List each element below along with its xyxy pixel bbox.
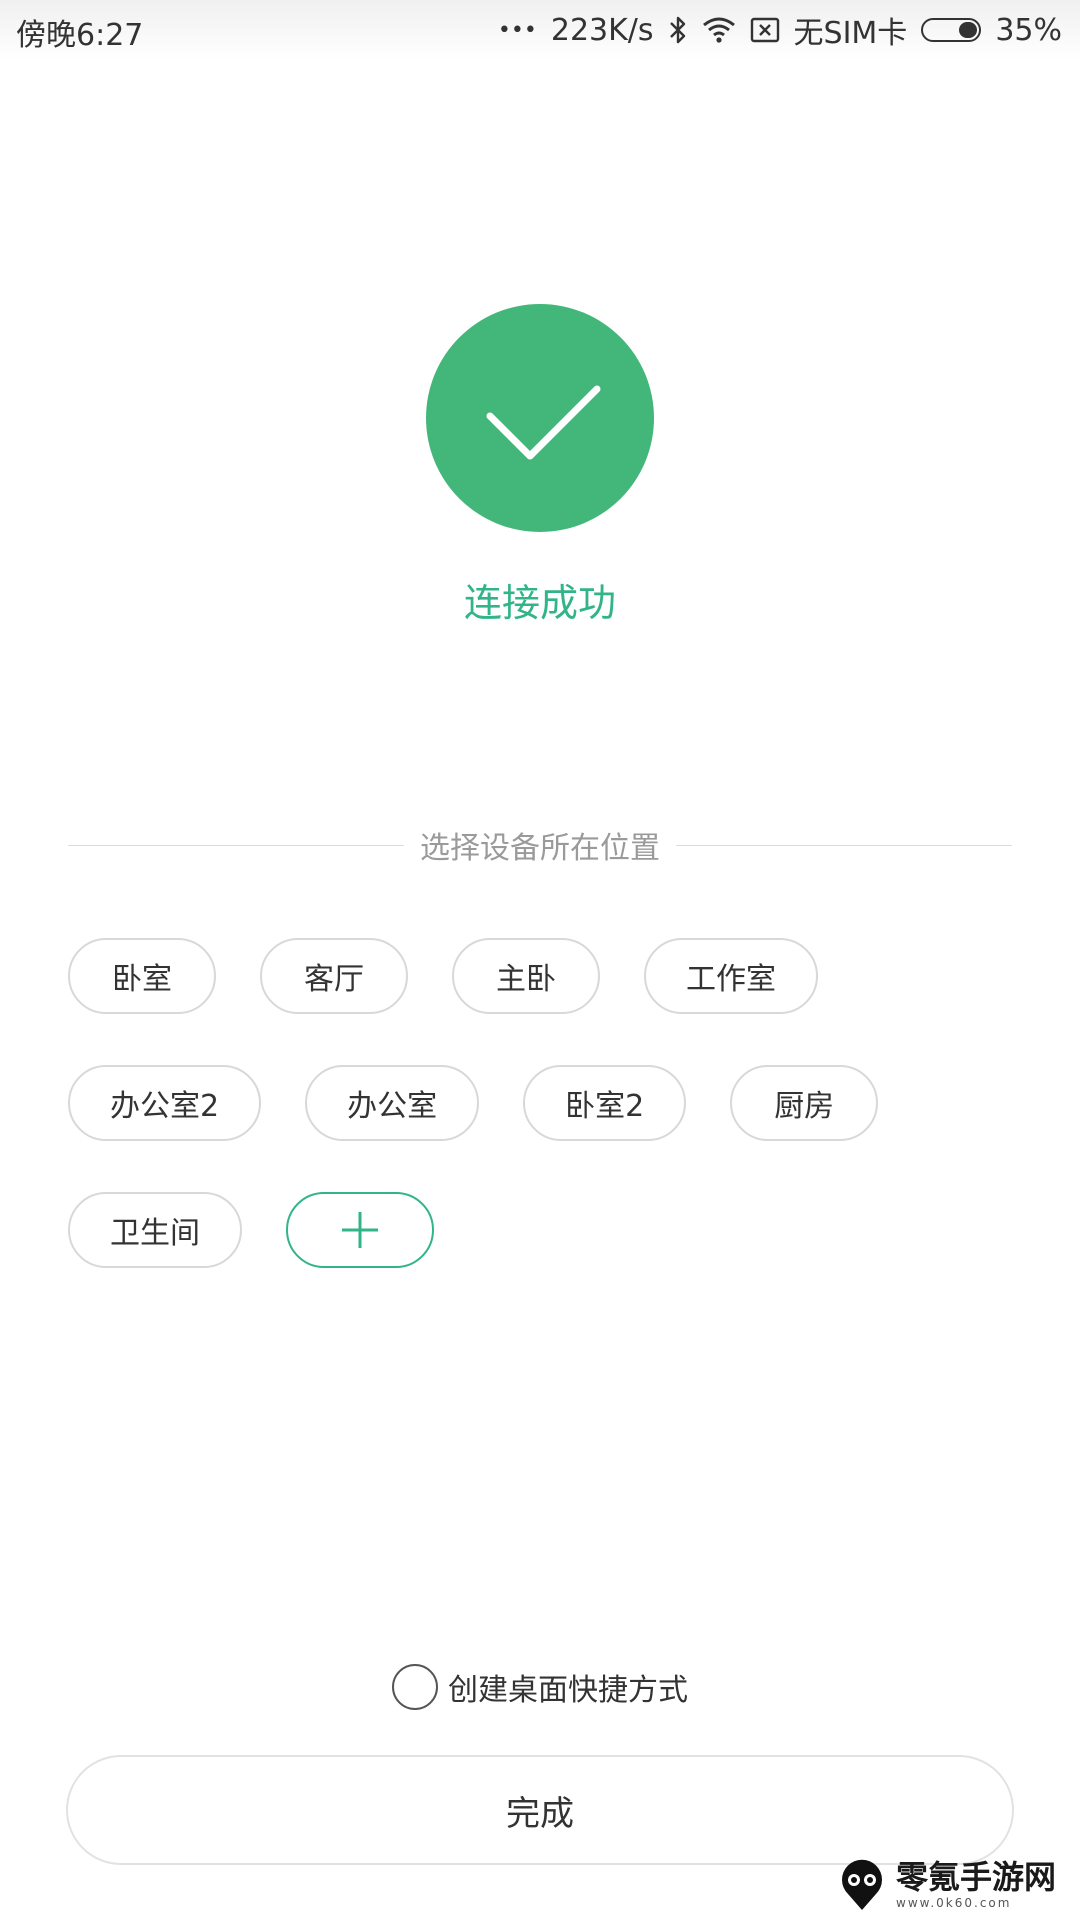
checkmark-icon bbox=[486, 385, 601, 460]
room-chip[interactable]: 厨房 bbox=[730, 1065, 879, 1141]
more-dots-icon: ••• bbox=[497, 17, 537, 43]
room-chip-row: 卫生间 bbox=[68, 1192, 1012, 1268]
success-circle bbox=[426, 304, 654, 532]
battery-percent: 35% bbox=[995, 12, 1062, 48]
room-chip[interactable]: 卧室2 bbox=[523, 1065, 687, 1141]
room-chip[interactable]: 办公室 bbox=[305, 1065, 480, 1141]
net-speed: 223K/s bbox=[550, 12, 654, 48]
gamepad-pin-icon bbox=[842, 1859, 882, 1910]
create-shortcut-label: 创建桌面快捷方式 bbox=[448, 1673, 688, 1708]
room-chip-row: 办公室2 办公室 卧室2 厨房 bbox=[68, 1065, 1012, 1141]
success-message: 连接成功 bbox=[463, 581, 616, 625]
room-chip-list: 卧室 客厅 主卧 工作室 办公室2 办公室 卧室2 厨房 卫生间 bbox=[68, 938, 1012, 1319]
status-indicators: ••• 223K/s 无SIM卡 35% bbox=[498, 8, 1062, 52]
watermark: 零氪手游网 www.0k60.com bbox=[838, 1858, 1056, 1912]
room-chip[interactable]: 办公室2 bbox=[68, 1065, 262, 1141]
no-sim-icon bbox=[750, 16, 780, 44]
add-room-button[interactable] bbox=[286, 1192, 434, 1268]
status-bar: 傍晚6:27 ••• 223K/s 无SIM卡 35% bbox=[0, 0, 1080, 60]
wifi-icon bbox=[702, 16, 736, 44]
room-chip[interactable]: 卫生间 bbox=[68, 1192, 242, 1268]
room-chip[interactable]: 主卧 bbox=[452, 938, 600, 1014]
room-chip[interactable]: 卧室 bbox=[68, 938, 216, 1014]
divider-right bbox=[676, 844, 1012, 846]
room-chip[interactable]: 工作室 bbox=[644, 938, 818, 1014]
location-section-header: 选择设备所在位置 bbox=[68, 820, 1012, 870]
done-button[interactable]: 完成 bbox=[66, 1755, 1014, 1865]
divider-left bbox=[68, 844, 404, 846]
watermark-url: www.0k60.com bbox=[896, 1896, 1012, 1910]
bluetooth-icon bbox=[668, 15, 688, 45]
room-chip-row: 卧室 客厅 主卧 工作室 bbox=[68, 938, 1012, 1014]
create-shortcut-checkbox[interactable] bbox=[392, 1664, 438, 1710]
battery-fill bbox=[959, 22, 978, 38]
location-section-title: 选择设备所在位置 bbox=[420, 831, 660, 866]
battery-icon bbox=[921, 18, 982, 42]
watermark-name: 零氪手游网 bbox=[896, 1858, 1057, 1896]
room-chip[interactable]: 客厅 bbox=[260, 938, 408, 1014]
status-time: 傍晚6:27 bbox=[16, 18, 144, 53]
plus-icon bbox=[342, 1212, 378, 1248]
sim-status: 无SIM卡 bbox=[793, 16, 908, 51]
create-shortcut-option: 创建桌面快捷方式 bbox=[0, 1664, 1080, 1710]
